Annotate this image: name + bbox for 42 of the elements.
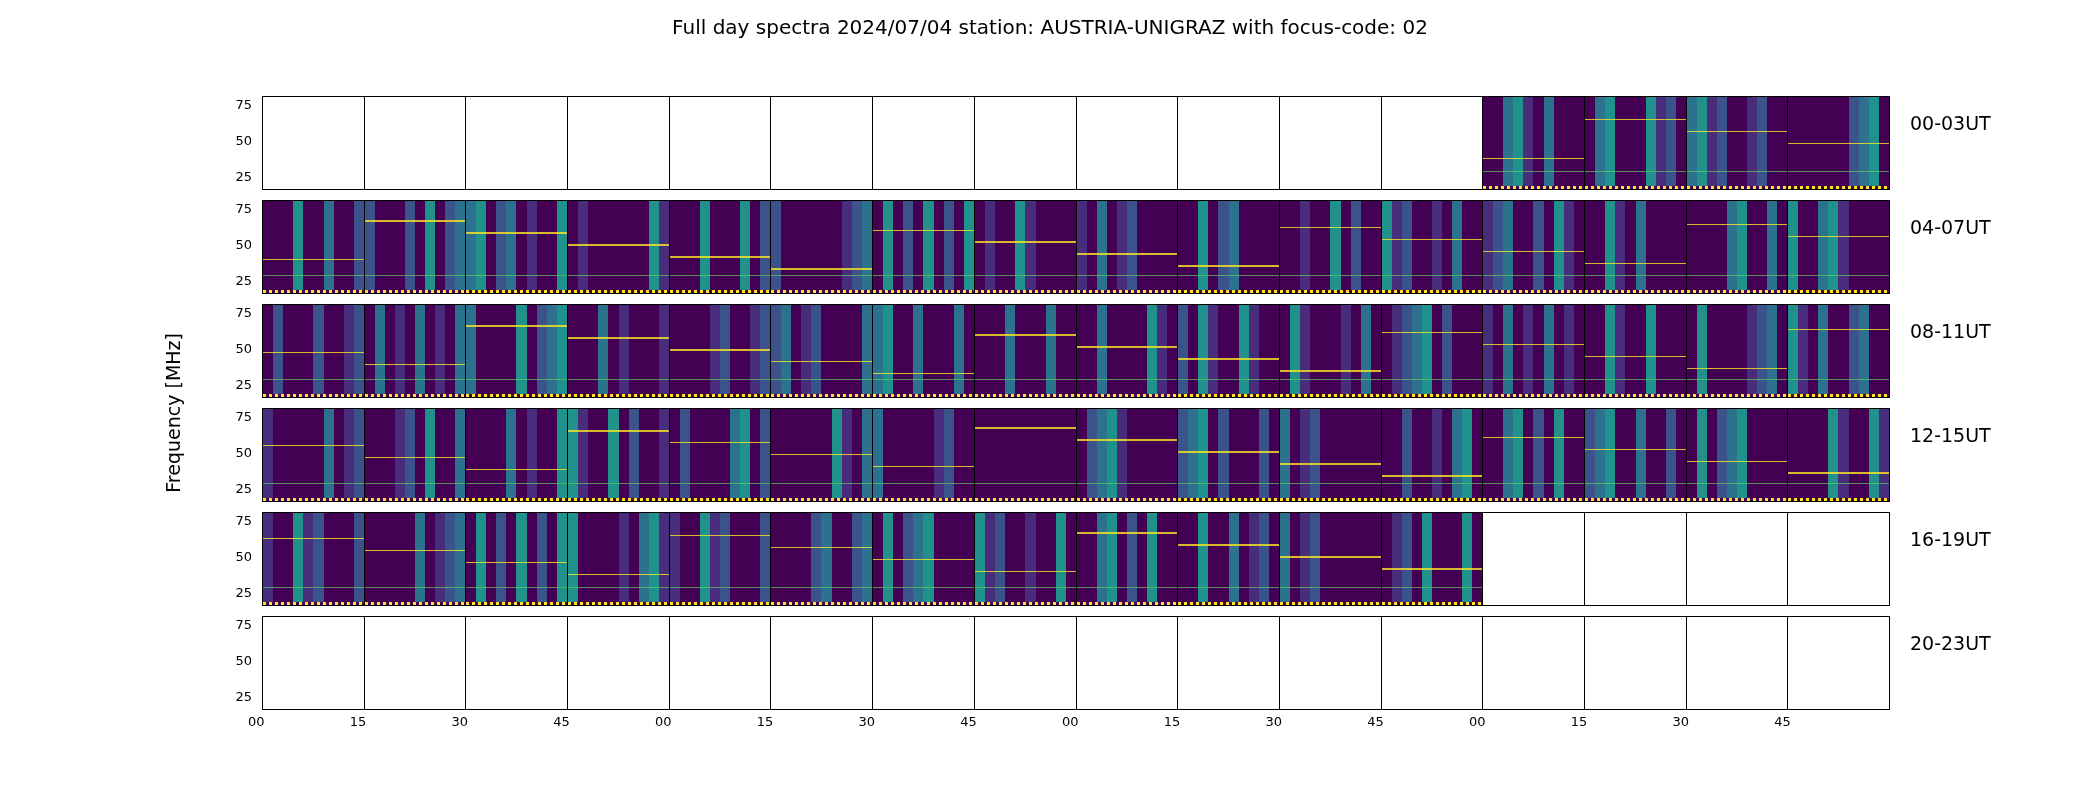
figure-title: Full day spectra 2024/07/04 station: AUSTRIA-UNIGRAZ with focus-code: 02 xyxy=(671,14,1429,40)
row-label: 08-11UT xyxy=(1910,319,1991,344)
y-tick-label: 75 xyxy=(235,410,252,424)
y-tick-label: 75 xyxy=(235,202,252,216)
row-label: 00-03UT xyxy=(1910,111,1991,136)
x-tick-label: 45 xyxy=(553,714,571,730)
y-tick-label: 25 xyxy=(235,170,252,184)
y-tick-label: 75 xyxy=(235,618,252,632)
y-tick-label: 25 xyxy=(235,378,252,392)
y-tick-label: 25 xyxy=(235,586,252,600)
row-label: 20-23UT xyxy=(1910,631,1991,656)
y-tick-label: 50 xyxy=(235,134,252,148)
x-tick-label: 45 xyxy=(1774,714,1792,730)
y-axis-label: Frequency [MHz] xyxy=(162,333,184,493)
x-tick-label: 30 xyxy=(451,714,470,730)
x-tick-label: 00 xyxy=(1062,714,1080,730)
x-tick-label: 15 xyxy=(1163,714,1182,730)
y-tick-label: 50 xyxy=(235,654,252,668)
x-tick-label: 30 xyxy=(1672,714,1691,730)
y-tick-label: 50 xyxy=(235,238,252,252)
y-tick-label: 25 xyxy=(235,690,252,704)
x-tick-label: 30 xyxy=(1265,714,1284,730)
y-tick-label: 50 xyxy=(235,550,252,564)
y-tick-label: 50 xyxy=(235,342,252,356)
y-tick-label: 75 xyxy=(235,98,252,112)
x-tick-label: 00 xyxy=(1469,714,1487,730)
x-tick-label: 00 xyxy=(248,714,266,730)
x-tick-label: 15 xyxy=(1570,714,1589,730)
x-tick-label: 30 xyxy=(858,714,877,730)
row-label: 16-19UT xyxy=(1910,527,1991,552)
y-tick-label: 25 xyxy=(235,482,252,496)
y-tick-label: 75 xyxy=(235,514,252,528)
x-tick-label: 15 xyxy=(756,714,775,730)
x-tick-label: 45 xyxy=(1367,714,1385,730)
x-tick-label: 15 xyxy=(349,714,368,730)
row-label: 12-15UT xyxy=(1910,423,1991,448)
y-tick-label: 25 xyxy=(235,274,252,288)
row-label: 04-07UT xyxy=(1910,215,1991,240)
x-tick-label: 00 xyxy=(655,714,673,730)
x-tick-label: 45 xyxy=(960,714,978,730)
y-tick-label: 50 xyxy=(235,446,252,460)
y-tick-label: 75 xyxy=(235,306,252,320)
